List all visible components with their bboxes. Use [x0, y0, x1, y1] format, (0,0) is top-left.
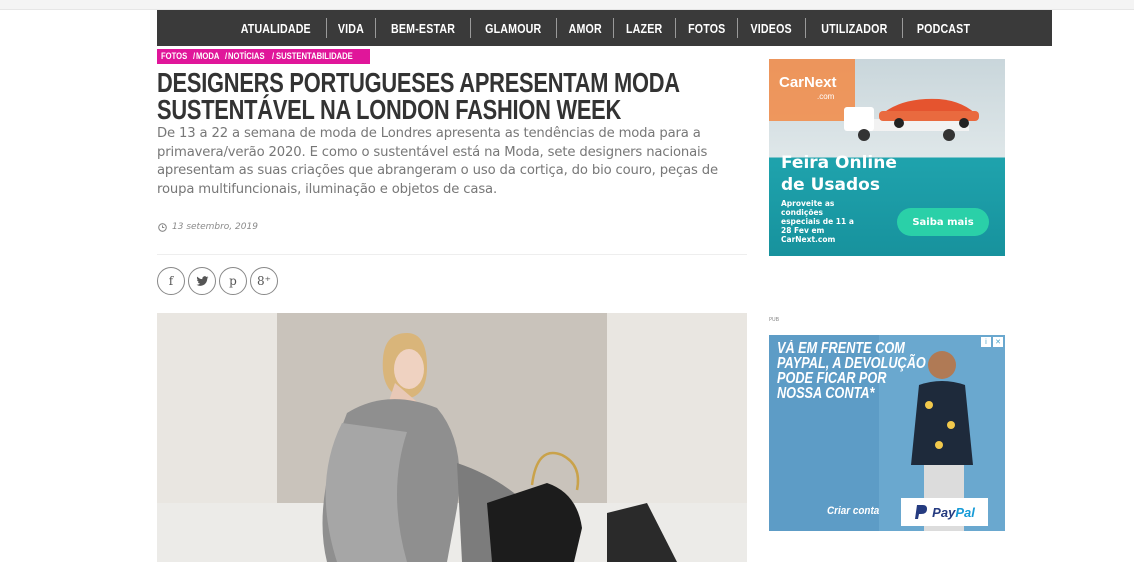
carnext-small-text: Aproveite as condições especiais de 11 a… [781, 199, 854, 244]
carnext-logo: CarNext .com [779, 74, 837, 101]
nav-item-atualidade[interactable]: ATUALIDADE [240, 21, 310, 36]
nav-separator [555, 18, 557, 38]
article-title: DESIGNERS PORTUGUESES APRESENTAM MODA SU… [157, 67, 757, 125]
article-title-line: SUSTENTÁVEL NA LONDON FASHION WEEK [157, 94, 622, 125]
nav-separator [737, 18, 739, 38]
paypal-ad[interactable]: i ✕ VÁ EM FRENTE COM PAYPAL, A DEVOLUÇÃO… [769, 335, 1005, 531]
browser-top-strip [0, 0, 1134, 10]
article-date: 13 setembro, 2019 [158, 222, 258, 232]
article-hero-image [157, 313, 747, 562]
adchoices-icon[interactable]: i [981, 337, 991, 347]
fashion-photo [157, 313, 747, 562]
category-noticias[interactable]: NOTÍCIAS [228, 49, 265, 64]
paypal-ad-headline: VÁ EM FRENTE COM PAYPAL, A DEVOLUÇÃO POD… [777, 340, 926, 402]
divider [157, 254, 747, 255]
nav-separator [804, 18, 806, 38]
nav-item-lazer[interactable]: LAZER [626, 21, 662, 36]
category-sustentabilidade[interactable]: SUSTENTABILIDADE [276, 49, 353, 64]
google-plus-icon[interactable]: 8⁺ [250, 267, 278, 295]
nav-separator [613, 18, 615, 38]
criar-conta-button[interactable]: Criar conta [827, 505, 879, 517]
nav-separator [902, 18, 904, 38]
tow-truck-illustration [844, 98, 979, 141]
nav-item-vida[interactable]: VIDA [338, 21, 364, 36]
nav-item-utilizador[interactable]: UTILIZADOR [821, 21, 887, 36]
nav-item-amor[interactable]: AMOR [568, 21, 601, 36]
nav-item-glamour[interactable]: GLAMOUR [485, 21, 541, 36]
article-title-line: DESIGNERS PORTUGUESES APRESENTAM MODA [157, 67, 680, 98]
nav-item-fotos[interactable]: FOTOS [688, 21, 725, 36]
twitter-bird-shape [196, 275, 208, 286]
nav-separator [674, 18, 676, 38]
google-plus-glyph: 8⁺ [257, 274, 271, 288]
twitter-icon[interactable] [188, 267, 216, 295]
clock-icon [158, 222, 167, 232]
date-text: 13 setembro, 2019 [172, 222, 258, 232]
nav-separator [375, 18, 377, 38]
paypal-p-icon [915, 505, 928, 519]
facebook-glyph: f [168, 274, 174, 288]
nav-separator [326, 18, 328, 38]
paypal-logo: PayPal [901, 498, 988, 526]
main-nav: ATUALIDADE VIDA BEM-ESTAR GLAMOUR AMOR L… [157, 10, 1052, 46]
category-moda[interactable]: MODA [196, 49, 219, 64]
article-lead: De 13 a 22 a semana de moda de Londres a… [157, 126, 718, 197]
pinterest-glyph: p [229, 274, 237, 288]
pub-label: PUB [769, 317, 780, 323]
carnext-ad[interactable]: CarNext .com Feira Online de Usados Apro… [769, 59, 1005, 256]
nav-item-podcast[interactable]: PODCAST [917, 21, 970, 36]
nav-separator [470, 18, 472, 38]
nav-item-bem-estar[interactable]: BEM-ESTAR [391, 21, 455, 36]
pinterest-icon[interactable]: p [219, 267, 247, 295]
carnext-headline: Feira Online de Usados [781, 153, 897, 195]
category-fotos[interactable]: FOTOS [161, 49, 187, 64]
facebook-icon[interactable]: f [157, 267, 185, 295]
nav-item-videos[interactable]: VIDEOS [751, 21, 792, 36]
share-buttons: f p 8⁺ [157, 267, 278, 295]
category-tags: FOTOS / MODA / NOTÍCIAS / SUSTENTABILIDADE [157, 49, 371, 64]
saiba-mais-button[interactable]: Saiba mais [897, 208, 989, 236]
close-icon[interactable]: ✕ [993, 337, 1003, 347]
ad-choices[interactable]: i ✕ [981, 337, 1003, 347]
